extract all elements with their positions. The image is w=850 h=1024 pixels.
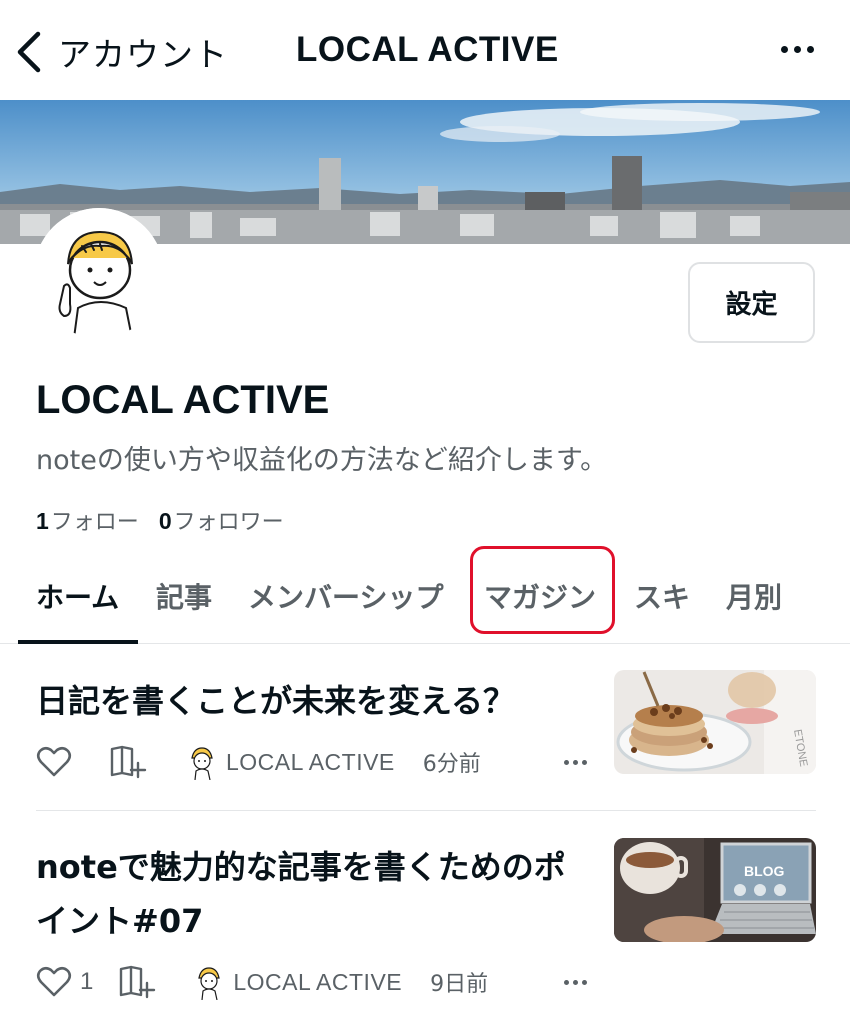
article-thumbnail[interactable]: BLOG [614, 838, 816, 942]
like-button[interactable] [36, 746, 72, 778]
article-more-button[interactable] [564, 760, 587, 765]
magazine-add-icon [120, 965, 156, 999]
author-name: LOCAL ACTIVE [226, 748, 395, 775]
profile-description: noteの使い方や収益化の方法など紹介します。 [36, 445, 608, 476]
add-to-magazine-button[interactable] [108, 745, 148, 779]
author-name: LOCAL ACTIVE [233, 968, 403, 995]
back-label: アカウント [58, 35, 228, 74]
author-avatar-icon [191, 747, 213, 780]
follow-count: 1 [36, 508, 49, 534]
follow-stats: 1 フォロー 0 フォロワー [36, 504, 304, 536]
tab-articles[interactable]: 記事 [156, 576, 212, 616]
top-bar: アカウント LOCAL ACTIVE [0, 0, 850, 100]
back-button[interactable]: アカウント [14, 24, 228, 80]
heart-icon [36, 966, 72, 997]
article-time: 9日前 [430, 972, 489, 997]
tab-likes[interactable]: スキ [634, 576, 690, 616]
follow-label: フォロー [50, 510, 139, 535]
avatar[interactable] [34, 208, 164, 338]
svg-text:BLOG: BLOG [744, 863, 785, 879]
chevron-left-icon [17, 31, 41, 73]
follow-link[interactable]: 1 フォロー [36, 504, 139, 536]
tab-membership[interactable]: メンバーシップ [248, 576, 443, 616]
page-title: LOCAL ACTIVE [296, 30, 559, 69]
active-tab-indicator [18, 640, 138, 644]
article-meta: LOCAL ACTIVE 6分前 [36, 742, 587, 782]
tab-bar: ホーム 記事 メンバーシップ マガジン スキ 月別 [0, 560, 850, 644]
author-avatar-icon [198, 967, 221, 1000]
article-card[interactable]: noteで魅力的な記事を書くためのポイント#07 BLOG 1 LOCAL AC… [36, 836, 816, 1006]
article-more-button[interactable] [564, 980, 587, 985]
like-count: 1 [80, 968, 94, 995]
tab-monthly[interactable]: 月別 [726, 576, 782, 616]
article-title[interactable]: 日記を書くことが未来を変える？ [36, 674, 596, 728]
tab-home[interactable]: ホーム [36, 576, 119, 616]
article-title[interactable]: noteで魅力的な記事を書くためのポイント#07 [36, 840, 596, 948]
article-divider [36, 810, 816, 811]
follower-link[interactable]: 0 フォロワー [159, 504, 284, 536]
profile-name: LOCAL ACTIVE [36, 378, 330, 422]
add-to-magazine-button[interactable] [117, 965, 157, 999]
article-time: 6分前 [422, 752, 481, 777]
article-author[interactable]: LOCAL ACTIVE [186, 744, 395, 780]
magazine-add-icon [110, 745, 147, 779]
article-meta: 1 LOCAL ACTIVE 9日前 [36, 962, 587, 1002]
like-button[interactable]: 1 [36, 966, 93, 998]
article-card[interactable]: 日記を書くことが未来を変える？ ETONE LOCAL ACTIVE 6分前 [36, 670, 816, 800]
more-horizontal-icon[interactable] [781, 46, 814, 53]
follower-count: 0 [158, 508, 172, 534]
heart-icon [36, 746, 72, 777]
article-thumbnail[interactable]: ETONE [614, 670, 816, 774]
magazine-tab-highlight [470, 546, 615, 634]
follower-label: フォロワー [173, 510, 284, 535]
settings-button[interactable]: 設定 [688, 262, 815, 343]
article-author[interactable]: LOCAL ACTIVE [193, 964, 402, 1000]
